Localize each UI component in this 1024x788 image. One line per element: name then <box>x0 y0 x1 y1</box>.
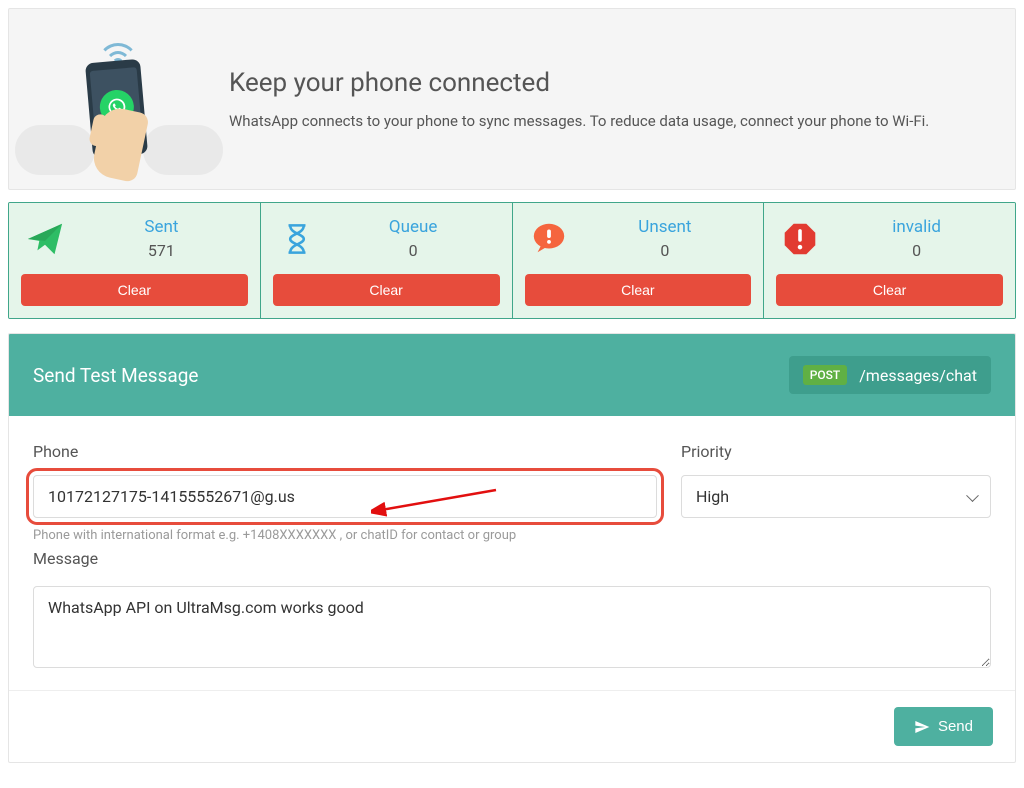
clear-button[interactable]: Clear <box>525 274 752 306</box>
paper-plane-icon <box>25 219 65 259</box>
priority-select[interactable]: High <box>681 475 991 518</box>
send-test-message-panel: Send Test Message POST /messages/chat Ph… <box>8 333 1016 763</box>
clear-button[interactable]: Clear <box>21 274 248 306</box>
paper-plane-icon <box>914 719 930 735</box>
stat-card-invalid: invalid 0 Clear <box>764 203 1015 318</box>
phone-help-text: Phone with international format e.g. +14… <box>33 528 657 543</box>
stat-title: Sent <box>79 217 244 237</box>
panel-header: Send Test Message POST /messages/chat <box>9 334 1015 416</box>
send-button-label: Send <box>938 718 973 735</box>
phone-label: Phone <box>33 442 657 461</box>
stat-value: 0 <box>583 241 748 260</box>
stat-card-unsent: Unsent 0 Clear <box>513 203 765 318</box>
phone-illustration <box>39 29 199 169</box>
stat-title: Queue <box>331 217 496 237</box>
hourglass-icon <box>277 219 317 259</box>
stat-value: 0 <box>331 241 496 260</box>
panel-footer: Send <box>9 690 1015 762</box>
message-label: Message <box>33 549 991 568</box>
endpoint-path: /messages/chat <box>859 366 977 385</box>
send-button[interactable]: Send <box>894 707 993 746</box>
stat-card-queue: Queue 0 Clear <box>261 203 513 318</box>
stop-icon <box>780 219 820 259</box>
priority-field-group: Priority High <box>681 442 991 543</box>
panel-title: Send Test Message <box>33 364 199 387</box>
stat-value: 571 <box>79 241 244 260</box>
stats-row: Sent 571 Clear Queue 0 Clear Unsent 0 <box>8 202 1016 319</box>
stat-card-sent: Sent 571 Clear <box>9 203 261 318</box>
phone-input[interactable] <box>33 475 657 518</box>
banner-title: Keep your phone connected <box>229 68 929 98</box>
message-textarea[interactable] <box>33 586 991 668</box>
method-badge: POST <box>803 365 848 385</box>
endpoint-box: POST /messages/chat <box>789 356 991 394</box>
clear-button[interactable]: Clear <box>273 274 500 306</box>
alert-bubble-icon <box>529 219 569 259</box>
connection-banner: Keep your phone connected WhatsApp conne… <box>8 8 1016 190</box>
banner-subtitle: WhatsApp connects to your phone to sync … <box>229 112 929 130</box>
stat-title: Unsent <box>583 217 748 237</box>
stat-title: invalid <box>834 217 999 237</box>
priority-label: Priority <box>681 442 991 461</box>
stat-value: 0 <box>834 241 999 260</box>
clear-button[interactable]: Clear <box>776 274 1003 306</box>
phone-field-group: Phone Phone with international format e.… <box>33 442 657 543</box>
